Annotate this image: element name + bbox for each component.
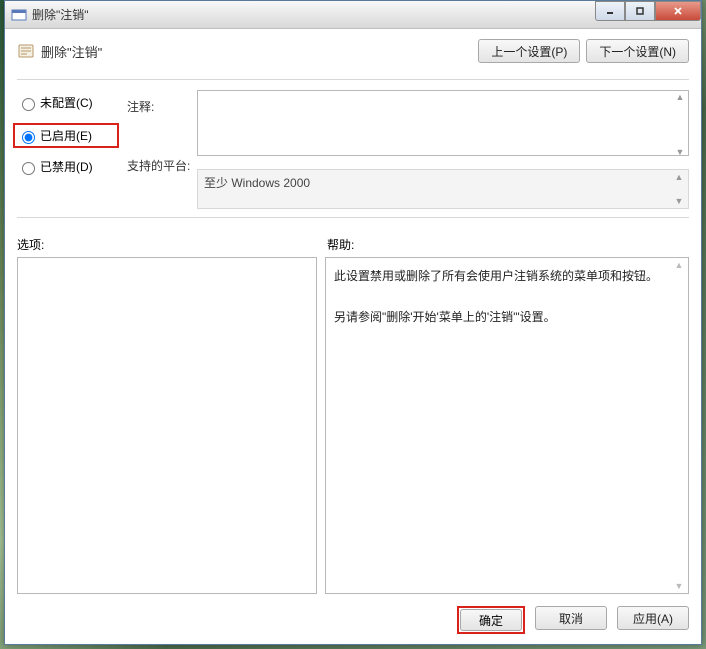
field-labels: 注释: 支持的平台: (127, 90, 197, 209)
policy-icon (17, 42, 35, 60)
radio-not-configured-input[interactable] (22, 98, 35, 111)
panels-row: 此设置禁用或删除了所有会使用户注销系统的菜单项和按钮。 另请参阅"删除'开始'菜… (17, 257, 689, 594)
titlebar[interactable]: 删除"注销" (5, 1, 701, 29)
enabled-highlight: 已启用(E) (13, 123, 119, 148)
radio-not-configured[interactable]: 未配置(C) (17, 94, 127, 111)
next-setting-button[interactable]: 下一个设置(N) (586, 39, 689, 63)
help-text: 此设置禁用或删除了所有会使用户注销系统的菜单项和按钮。 另请参阅"删除'开始'菜… (326, 258, 688, 335)
cancel-button[interactable]: 取消 (535, 606, 607, 630)
content-area: 删除"注销" 上一个设置(P) 下一个设置(N) 未配置(C) 已启用(E) (5, 29, 701, 644)
apply-button[interactable]: 应用(A) (617, 606, 689, 630)
ok-button[interactable]: 确定 (460, 609, 522, 631)
comment-textarea[interactable] (197, 90, 689, 156)
radio-enabled-input[interactable] (22, 131, 35, 144)
supported-platform-box: 至少 Windows 2000 ▲▼ (197, 169, 689, 209)
nav-buttons: 上一个设置(P) 下一个设置(N) (478, 39, 689, 63)
window-title: 删除"注销" (32, 6, 89, 23)
radio-not-configured-label: 未配置(C) (40, 94, 93, 111)
separator (17, 217, 689, 218)
scroll-indicator: ▲▼ (672, 260, 686, 591)
ok-highlight: 确定 (457, 606, 525, 634)
supported-label: 支持的平台: (127, 157, 197, 174)
help-line-2: 另请参阅"删除'开始'菜单上的'注销'"设置。 (334, 307, 668, 327)
fields-column: ▲▼ 至少 Windows 2000 ▲▼ (197, 90, 689, 209)
close-button[interactable] (655, 1, 701, 21)
help-panel: 此设置禁用或删除了所有会使用户注销系统的菜单项和按钮。 另请参阅"删除'开始'菜… (325, 257, 689, 594)
radio-disabled-label: 已禁用(D) (40, 158, 93, 175)
window-controls (595, 1, 701, 21)
radio-disabled-input[interactable] (22, 162, 35, 175)
scroll-indicator: ▲▼ (673, 92, 687, 157)
radio-group: 未配置(C) 已启用(E) 已禁用(D) (17, 90, 127, 209)
options-label: 选项: (17, 236, 327, 253)
footer-buttons: 确定 取消 应用(A) (17, 594, 689, 634)
maximize-button[interactable] (625, 1, 655, 21)
help-label: 帮助: (327, 236, 354, 253)
policy-title: 删除"注销" (41, 42, 478, 61)
options-panel (17, 257, 317, 594)
comment-label: 注释: (127, 98, 197, 115)
radio-enabled[interactable]: 已启用(E) (17, 127, 113, 144)
radio-enabled-label: 已启用(E) (40, 127, 92, 144)
separator (17, 79, 689, 80)
scroll-indicator: ▲▼ (672, 172, 686, 206)
header-row: 删除"注销" 上一个设置(P) 下一个设置(N) (17, 39, 689, 63)
help-line-1: 此设置禁用或删除了所有会使用户注销系统的菜单项和按钮。 (334, 266, 668, 286)
radio-disabled[interactable]: 已禁用(D) (17, 158, 127, 175)
dialog-window: 删除"注销" 删除"注销" (4, 0, 702, 645)
minimize-button[interactable] (595, 1, 625, 21)
config-row: 未配置(C) 已启用(E) 已禁用(D) 注释: 支持的平台: (17, 90, 689, 209)
mid-labels: 选项: 帮助: (17, 236, 689, 253)
window-icon (11, 7, 27, 23)
supported-platform-text: 至少 Windows 2000 (204, 176, 310, 190)
prev-setting-button[interactable]: 上一个设置(P) (478, 39, 580, 63)
